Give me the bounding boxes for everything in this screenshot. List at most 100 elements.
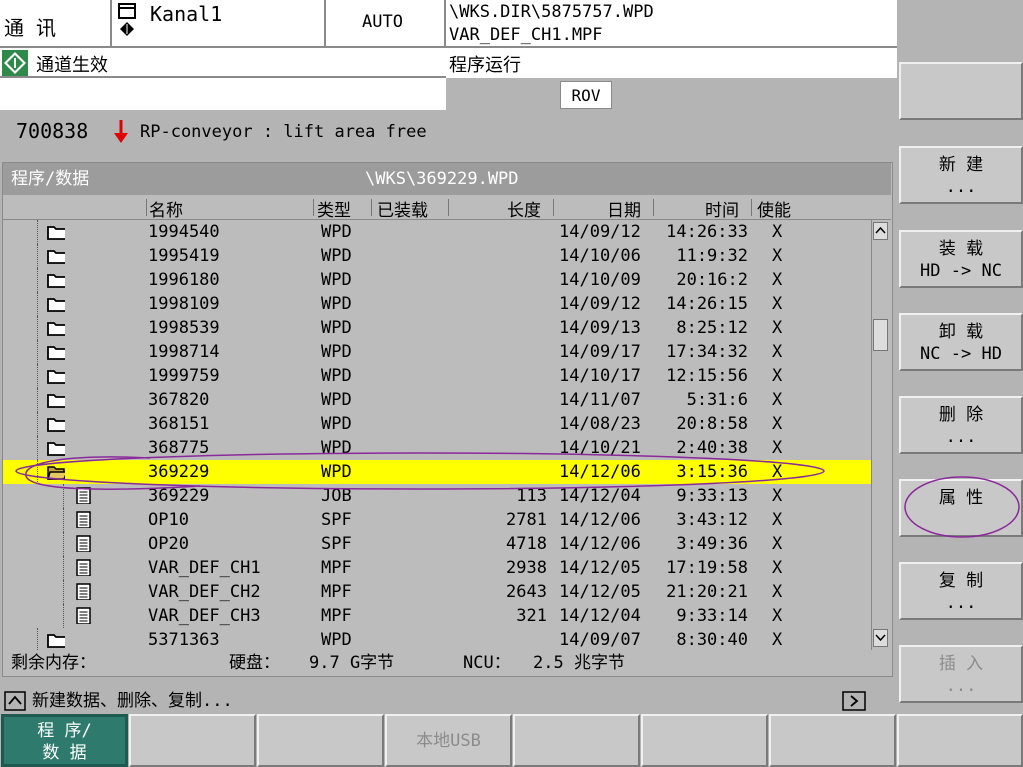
col-enable[interactable]: 使能 bbox=[757, 196, 791, 221]
table-row[interactable]: 1999759 WPD 14/10/17 12:15:56 X bbox=[3, 364, 871, 388]
softkey-right-8[interactable]: 插 入... bbox=[899, 645, 1023, 703]
table-row[interactable]: 1998539 WPD 14/09/13 8:25:12 X bbox=[3, 316, 871, 340]
alarm-arrow-icon bbox=[114, 120, 128, 143]
cell-time: 14:26:33 bbox=[666, 222, 748, 242]
table-row[interactable]: 1994540 WPD 14/09/12 14:26:33 X bbox=[3, 220, 871, 244]
softkey-sublabel: ... bbox=[945, 427, 977, 447]
scroll-up-icon[interactable] bbox=[873, 222, 888, 240]
softkey-right-1[interactable] bbox=[899, 62, 1023, 120]
softkey-bottom-7[interactable] bbox=[769, 714, 896, 767]
cell-length: 4718 bbox=[506, 534, 547, 554]
cell-enable: X bbox=[772, 606, 783, 626]
softkey-right-3[interactable]: 装 载 HD -> NC bbox=[899, 230, 1023, 288]
memory-status: 剩余内存： 硬盘： 9.7 G字节 NCU： 2.5 兆字节 bbox=[3, 650, 891, 677]
softkey-bottom-3[interactable] bbox=[257, 714, 384, 767]
tree-line bbox=[37, 292, 39, 316]
table-row[interactable]: 367820 WPD 14/11/07 5:31:6 X bbox=[3, 388, 871, 412]
softkey-label: 程 序/ bbox=[37, 721, 92, 741]
tree-line bbox=[37, 364, 39, 388]
recall-up-icon[interactable] bbox=[4, 691, 26, 711]
cell-time: 3:43:12 bbox=[676, 510, 748, 530]
cell-time: 9:33:14 bbox=[676, 606, 748, 626]
tree-line bbox=[63, 508, 65, 532]
table-row[interactable]: 5371363 WPD 14/09/07 8:30:40 X bbox=[3, 628, 871, 650]
panel-title-bar: 程序/数据 \WKS\369229.WPD bbox=[3, 163, 891, 195]
scroll-thumb[interactable] bbox=[873, 319, 888, 351]
table-row[interactable]: OP10 SPF 2781 14/12/06 3:43:12 X bbox=[3, 508, 871, 532]
cell-time: 20:16:2 bbox=[676, 270, 748, 290]
channel-name: Kanal1 bbox=[150, 2, 223, 26]
vertical-scrollbar[interactable] bbox=[871, 220, 889, 650]
cell-type: WPD bbox=[321, 246, 352, 266]
cell-enable: X bbox=[772, 246, 783, 266]
scroll-down-icon[interactable] bbox=[873, 629, 888, 647]
softkey-bottom-4[interactable]: 本地USB bbox=[385, 714, 512, 767]
file-icon bbox=[76, 607, 91, 624]
column-header: 名称 类型 已装载 长度 日期 时间 使能 bbox=[3, 196, 891, 221]
col-length[interactable]: 长度 bbox=[507, 196, 541, 221]
folder-icon bbox=[47, 298, 65, 312]
softkey-right-6[interactable]: 属 性 bbox=[899, 479, 1023, 537]
table-row[interactable]: 368151 WPD 14/08/23 20:8:58 X bbox=[3, 412, 871, 436]
cell-name: VAR_DEF_CH1 bbox=[148, 558, 261, 578]
table-row[interactable]: 1995419 WPD 14/10/06 11:9:32 X bbox=[3, 244, 871, 268]
table-row[interactable]: 1996180 WPD 14/10/09 20:16:2 X bbox=[3, 268, 871, 292]
mode-value: AUTO bbox=[362, 12, 403, 32]
ncu-value: 2.5 兆字节 bbox=[533, 653, 625, 673]
folder-icon bbox=[47, 370, 65, 384]
table-row[interactable]: 368775 WPD 14/10/21 2:40:38 X bbox=[3, 436, 871, 460]
table-row[interactable]: 1998714 WPD 14/09/17 17:34:32 X bbox=[3, 340, 871, 364]
cell-enable: X bbox=[772, 390, 783, 410]
cell-enable: X bbox=[772, 318, 783, 338]
cell-enable: X bbox=[772, 534, 783, 554]
memory-label: 剩余内存： bbox=[11, 653, 96, 673]
col-type[interactable]: 类型 bbox=[317, 196, 351, 221]
softkey-label: 卸 载 bbox=[938, 322, 984, 342]
softkey-right-7[interactable]: 复 制... bbox=[899, 562, 1023, 620]
cell-name: 5371363 bbox=[148, 630, 220, 650]
cell-time: 8:25:12 bbox=[676, 318, 748, 338]
softkey-label: 复 制 bbox=[938, 571, 984, 591]
softkey-right-2[interactable]: 新 建... bbox=[899, 146, 1023, 204]
table-row[interactable]: 1998109 WPD 14/09/12 14:26:15 X bbox=[3, 292, 871, 316]
cell-type: MPF bbox=[321, 606, 352, 626]
cell-name: 1996180 bbox=[148, 270, 220, 290]
col-divider bbox=[371, 199, 372, 216]
table-row[interactable]: OP20 SPF 4718 14/12/06 3:49:36 X bbox=[3, 532, 871, 556]
col-loaded[interactable]: 已装载 bbox=[377, 196, 428, 221]
softkey-bottom-1[interactable]: 程 序/数 据 bbox=[1, 714, 128, 767]
cell-date: 14/09/07 bbox=[559, 630, 641, 650]
cell-type: WPD bbox=[321, 342, 352, 362]
softkey-bottom-8[interactable] bbox=[897, 714, 1023, 767]
cell-length: 113 bbox=[516, 486, 547, 506]
softkey-bottom-5[interactable] bbox=[513, 714, 640, 767]
softkey-right-5[interactable]: 删 除... bbox=[899, 396, 1023, 454]
table-row[interactable]: VAR_DEF_CH2 MPF 2643 14/12/05 21:20:21 X bbox=[3, 580, 871, 604]
col-time[interactable]: 时间 bbox=[705, 196, 739, 221]
cell-enable: X bbox=[772, 414, 783, 434]
etc-right-icon[interactable] bbox=[842, 691, 866, 711]
softkey-bottom-2[interactable] bbox=[129, 714, 256, 767]
cell-type: WPD bbox=[321, 630, 352, 650]
cell-date: 14/12/05 bbox=[559, 582, 641, 602]
hd-label: 硬盘： bbox=[229, 653, 280, 673]
channel-status-text: 通道生效 bbox=[36, 55, 108, 76]
table-row[interactable]: VAR_DEF_CH1 MPF 2938 14/12/05 17:19:58 X bbox=[3, 556, 871, 580]
cell-type: WPD bbox=[321, 390, 352, 410]
cell-type: WPD bbox=[321, 294, 352, 314]
softkey-right-4[interactable]: 卸 载 NC -> HD bbox=[899, 313, 1023, 371]
softkey-bottom-6[interactable] bbox=[641, 714, 768, 767]
table-row[interactable]: 369229 JOB 113 14/12/04 9:33:13 X bbox=[3, 484, 871, 508]
communication-label: 通 讯 bbox=[4, 16, 57, 40]
col-date[interactable]: 日期 bbox=[607, 196, 641, 221]
softkey-label: 属 性 bbox=[938, 488, 984, 508]
cell-date: 14/12/04 bbox=[559, 486, 641, 506]
cell-date: 14/12/06 bbox=[559, 462, 641, 482]
table-row-selected[interactable]: 369229 WPD 14/12/06 3:15:36 X bbox=[3, 460, 871, 484]
softkey-label: 装 载 bbox=[938, 239, 984, 259]
col-name[interactable]: 名称 bbox=[149, 196, 183, 221]
cell-name: 367820 bbox=[148, 390, 210, 410]
cell-time: 9:33:13 bbox=[676, 486, 748, 506]
table-row[interactable]: VAR_DEF_CH3 MPF 321 14/12/04 9:33:14 X bbox=[3, 604, 871, 628]
communication-field: 通 讯 bbox=[0, 0, 112, 48]
